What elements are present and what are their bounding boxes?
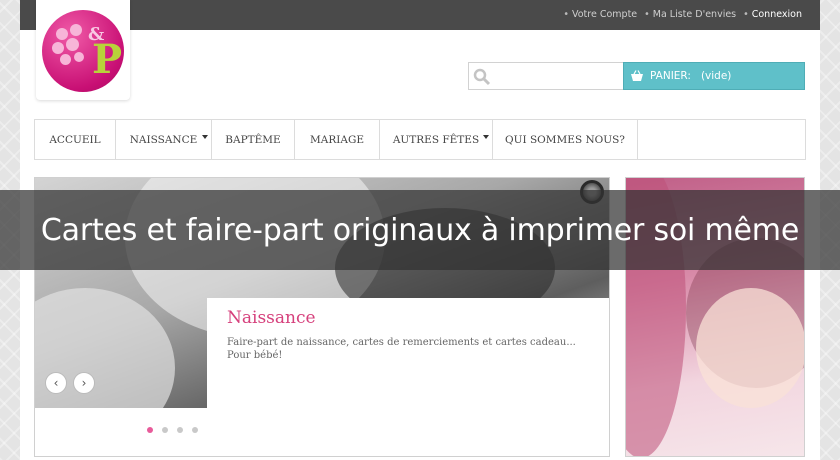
basket-icon — [631, 70, 643, 81]
slider-dot[interactable] — [147, 427, 153, 433]
nav-item-qui-sommes-nous[interactable]: QUI SOMMES NOUS? — [493, 120, 638, 159]
top-bar: • Votre Compte • Ma Liste D'envies • Connex… — [20, 0, 820, 30]
nav-item-bapteme[interactable]: BAPTÊME — [212, 120, 295, 159]
nav-item-naissance[interactable]: NAISSANCE — [116, 120, 212, 159]
slide-caption: Naissance Faire-part de naissance, carte… — [207, 298, 609, 408]
chevron-left-icon: ‹ — [53, 376, 59, 390]
login-link[interactable]: • Connexion — [743, 9, 802, 20]
slide-description: Faire-part de naissance, cartes de remer… — [227, 337, 576, 361]
slide-title[interactable]: Naissance — [227, 308, 316, 328]
account-link[interactable]: • Votre Compte — [563, 9, 637, 20]
slider-pagination — [147, 427, 198, 433]
main-navigation: ACCUEIL NAISSANCE BAPTÊME MARIAGE AUTRES… — [34, 119, 806, 160]
slider-dot[interactable] — [177, 427, 183, 433]
search-input[interactable] — [493, 67, 619, 85]
logo-emblem: & P — [42, 10, 124, 92]
slider-dot[interactable] — [162, 427, 168, 433]
search-box — [468, 62, 624, 90]
title-overlay: Cartes et faire-part originaux à imprime… — [0, 190, 840, 270]
dropdown-caret-icon — [483, 135, 489, 139]
nav-item-accueil[interactable]: ACCUEIL — [35, 120, 116, 159]
slider-prev-button[interactable]: ‹ — [45, 372, 67, 394]
cart-label: PANIER: — [650, 70, 691, 82]
logo[interactable]: & P — [36, 0, 130, 100]
wishlist-link[interactable]: • Ma Liste D'envies — [644, 9, 736, 20]
cart-status: (vide) — [700, 70, 732, 82]
overlay-title: Cartes et faire-part originaux à imprime… — [40, 212, 800, 248]
cart-button[interactable]: PANIER: (vide) — [623, 62, 805, 90]
search-icon[interactable] — [473, 68, 491, 86]
chevron-right-icon: › — [81, 376, 87, 390]
slider-next-button[interactable]: › — [73, 372, 95, 394]
nav-item-autres-fetes[interactable]: AUTRES FÊTES — [380, 120, 493, 159]
account-links: • Votre Compte • Ma Liste D'envies • Connex… — [563, 9, 802, 20]
slider-dot[interactable] — [192, 427, 198, 433]
dropdown-caret-icon — [202, 135, 208, 139]
nav-item-mariage[interactable]: MARIAGE — [295, 120, 380, 159]
